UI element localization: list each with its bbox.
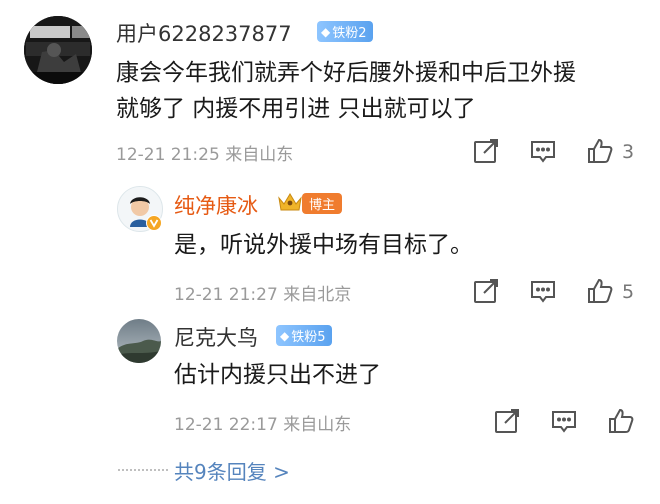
avatar-image bbox=[24, 16, 92, 84]
fan-level-badge[interactable]: ◆ 铁粉5 bbox=[276, 325, 332, 346]
verified-v-icon bbox=[146, 215, 162, 231]
fan-badge-label: 铁粉2 bbox=[332, 26, 367, 41]
share-icon[interactable] bbox=[472, 137, 500, 165]
blogger-badge[interactable]: 博主 bbox=[302, 193, 343, 214]
reply-username-blogger[interactable]: 纯净康冰 bbox=[174, 190, 258, 220]
comment-icon[interactable] bbox=[550, 407, 578, 435]
comment-username[interactable]: 用户6228237877 bbox=[116, 18, 292, 48]
share-icon[interactable] bbox=[472, 277, 500, 305]
avatar-image bbox=[117, 319, 161, 363]
fan-level-badge[interactable]: ◆ 铁粉2 bbox=[317, 21, 373, 42]
comment-icon[interactable] bbox=[529, 137, 557, 165]
diamond-icon: ◆ bbox=[280, 328, 290, 343]
reply-meta: 12-21 22:17 来自山东 bbox=[174, 415, 352, 435]
like-icon[interactable] bbox=[607, 407, 635, 435]
like-count: 3 bbox=[622, 141, 635, 163]
more-replies-link[interactable]: 共9条回复 > bbox=[174, 456, 290, 485]
fan-badge-label: 铁粉5 bbox=[291, 330, 326, 345]
diamond-icon: ◆ bbox=[321, 24, 331, 39]
like-icon[interactable] bbox=[586, 137, 614, 165]
more-replies-divider bbox=[118, 469, 168, 471]
avatar-reply-user[interactable] bbox=[117, 319, 161, 363]
like-count: 5 bbox=[622, 281, 635, 303]
comment-meta: 12-21 21:25 来自山东 bbox=[116, 145, 294, 165]
reply-username[interactable]: 尼克大鸟 bbox=[174, 322, 258, 352]
reply-text: 是，听说外援中场有目标了。 bbox=[174, 232, 473, 258]
comment-icon[interactable] bbox=[529, 277, 557, 305]
comment-text-line-1: 康会今年我们就弄个好后腰外援和中后卫外援 bbox=[116, 60, 576, 86]
like-icon[interactable] bbox=[586, 277, 614, 305]
reply-meta: 12-21 21:27 来自北京 bbox=[174, 285, 352, 305]
comment-text-line-2: 就够了 内援不用引进 只出就可以了 bbox=[116, 96, 476, 122]
crown-icon bbox=[278, 193, 302, 211]
reply-text: 估计内援只出不进了 bbox=[174, 362, 381, 388]
avatar-user-6228237877[interactable] bbox=[24, 16, 92, 84]
share-icon[interactable] bbox=[493, 407, 521, 435]
